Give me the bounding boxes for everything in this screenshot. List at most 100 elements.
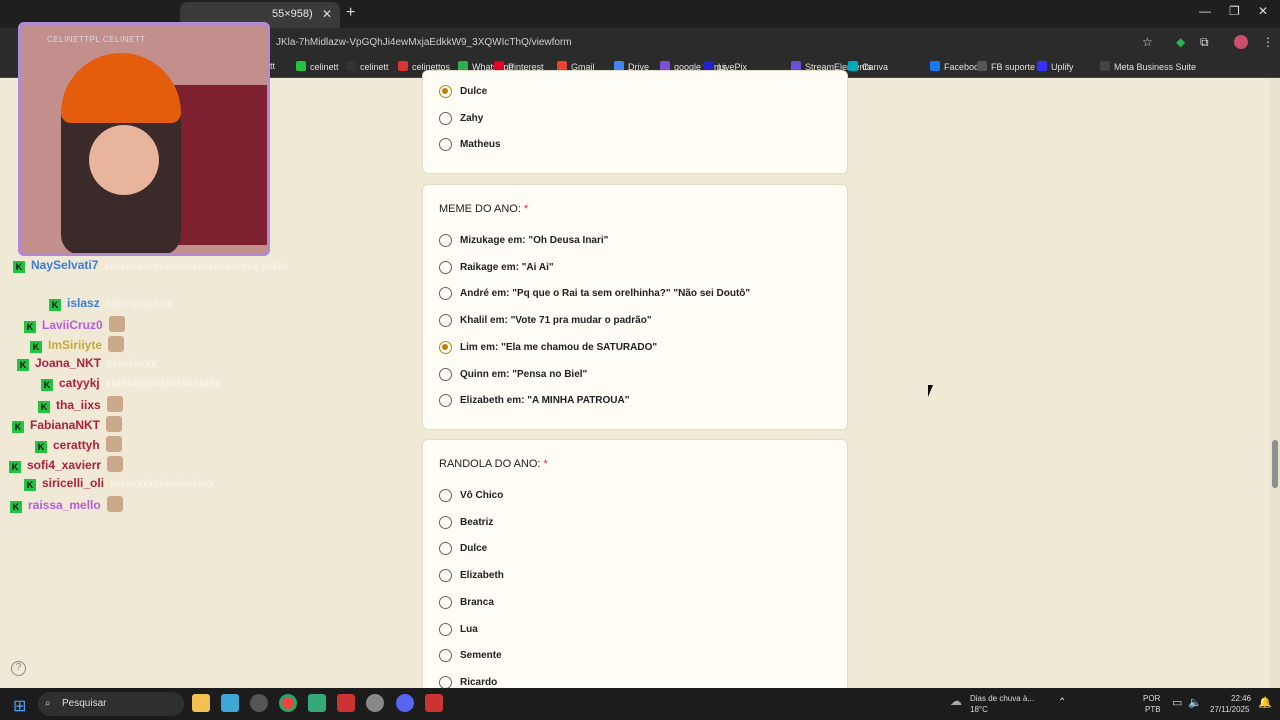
windows-start-icon[interactable]: ⊞ [13,696,26,716]
help-icon[interactable]: ? [11,661,26,676]
radio-button[interactable] [439,675,452,689]
weather-text[interactable]: Dias de chuva à... [970,694,1034,704]
bookmark-favicon-icon [1100,61,1110,71]
chat-username[interactable]: islasz [67,296,100,310]
taskbar-search[interactable]: ⌕ Pesquisar [38,692,184,716]
chevron-up-icon[interactable]: ⌃ [1058,698,1066,708]
chat-message: K NaySelvati7 kkkkkkkkkkkkkkkkkkkkkkkkkkkk… [13,258,294,276]
chat-message: Kcerattyh [35,436,122,454]
chat-username[interactable]: raissa_mello [28,498,101,512]
close-icon[interactable]: ✕ [322,2,332,26]
emote-icon [105,436,122,452]
kick-badge-icon: K [41,379,53,391]
radio-button[interactable] [439,489,452,502]
chat-username[interactable]: tha_iixs [56,398,101,412]
chat-username[interactable]: ImSiriiyte [48,338,102,352]
scrollbar-thumb[interactable] [1272,440,1278,488]
extension-icon[interactable]: ◆ [1176,35,1185,49]
kick-badge-icon: K [24,321,36,333]
emote-icon [107,456,124,472]
radio-button[interactable] [439,260,452,274]
url-field[interactable]: JKla-7hMidlazw-VpGQhJi4ewMxjaEdkkW9_3XQW… [276,37,572,48]
minimize-icon[interactable]: — [1199,4,1211,18]
bookmark-favicon-icon [848,61,858,71]
radio-button[interactable] [439,569,452,583]
app-icon[interactable] [250,694,268,712]
volume-icon[interactable]: 🔈 [1188,698,1202,709]
avatar[interactable] [1234,35,1248,49]
radio-button[interactable] [439,314,452,328]
maximize-icon[interactable]: ❐ [1229,4,1240,18]
hat [61,53,181,123]
mouse-cursor-icon [928,385,938,397]
kick-badge-icon: K [13,261,25,273]
discord-icon[interactable] [396,694,414,712]
question-card-randola: RANDOLA DO ANO: * Vô Chico Beatriz Dulce El… [422,439,848,699]
radio-button[interactable] [439,595,452,609]
radio-selected[interactable] [439,85,452,98]
bookmark-15[interactable]: Meta Business Suite [1100,61,1196,72]
chat-text: kkkkkkkkkkkkkkkkkkk [110,478,215,490]
chat-username[interactable]: cerattyh [53,438,100,452]
scrollbar-track[interactable] [1270,78,1280,688]
option-label: Vô Chico [460,490,504,501]
chat-message: K Joana_NKT kkkkkkkkk [17,356,157,374]
chat-username[interactable]: Joana_NKT [35,356,101,370]
notification-icon[interactable]: 🔔 [1258,698,1272,709]
keyboard-layout: PTB [1145,705,1161,714]
clock-time[interactable]: 22:46 [1231,694,1251,704]
chat-username[interactable]: NaySelvati7 [31,258,98,272]
webcam-overlay: CELINETTPL CELINETT [18,22,270,256]
option-label: Dulce [460,543,488,555]
option-label: André em: "Pq que o Rai ta sem orelhinha… [460,288,751,300]
bookmark-favicon-icon [296,61,306,71]
bookmark-13[interactable]: FB suporte [977,61,1035,72]
chat-username[interactable]: catyykj [59,376,100,390]
radio-button[interactable] [439,367,452,381]
photos-icon[interactable] [221,694,239,712]
radio-button[interactable] [439,111,452,125]
extensions-puzzle-icon[interactable]: ⧉ [1200,35,1209,50]
radio-button[interactable] [439,138,452,152]
chat-username[interactable]: LaviiCruz0 [42,318,103,332]
chrome-icon[interactable] [279,694,297,712]
language[interactable]: POR [1143,694,1160,704]
bookmark-14[interactable]: Uplify [1037,61,1074,72]
close-window-icon[interactable]: ✕ [1258,4,1268,18]
chat-text: kkkkkkkkk [107,358,157,370]
chat-text: toda uma lore [105,298,173,310]
radio-button[interactable] [439,515,452,529]
emote-icon [106,496,123,512]
bookmark-11[interactable]: Canva [848,61,888,72]
app-icon-2[interactable] [337,694,355,712]
option-label: Lim em: "Ela me chamou de SATURADO" [460,341,658,353]
bookmark-2[interactable]: celinett [346,61,389,72]
app-icon-3[interactable] [366,694,384,712]
chat-text: kkkkkkkkkkkkkkkkkkkkkkkkkkkk kkkkk [104,261,289,273]
calculator-icon[interactable] [308,694,326,712]
bookmark-1[interactable]: celinett [296,61,339,72]
chat-username[interactable]: FabianaNKT [30,418,100,432]
radio-button[interactable] [439,622,452,636]
chat-username[interactable]: siricelli_oli [42,476,104,490]
chat-message: Kislasz toda uma lore [49,296,173,314]
chat-username[interactable]: sofi4_xavierr [27,458,101,472]
radio-selected[interactable] [439,340,452,354]
bookmark-12[interactable]: Facebook [930,61,984,72]
new-tab-icon[interactable]: + [346,4,355,22]
radio-button[interactable] [439,542,452,556]
menu-icon[interactable]: ⋮ [1262,35,1274,49]
radio-button[interactable] [439,234,452,247]
option-label: Lua [460,623,478,635]
app-icon-4[interactable] [425,694,443,712]
bookmark-favicon-icon [930,61,940,71]
star-icon[interactable]: ☆ [1142,35,1153,49]
file-explorer-icon[interactable] [192,694,210,712]
face [89,125,159,195]
option-label: Ricardo [460,676,498,688]
network-icon[interactable]: ▭ [1172,698,1182,709]
radio-button[interactable] [439,394,452,408]
radio-button[interactable] [439,649,452,663]
radio-button[interactable] [439,287,452,301]
option-label: Matheus [460,139,501,151]
